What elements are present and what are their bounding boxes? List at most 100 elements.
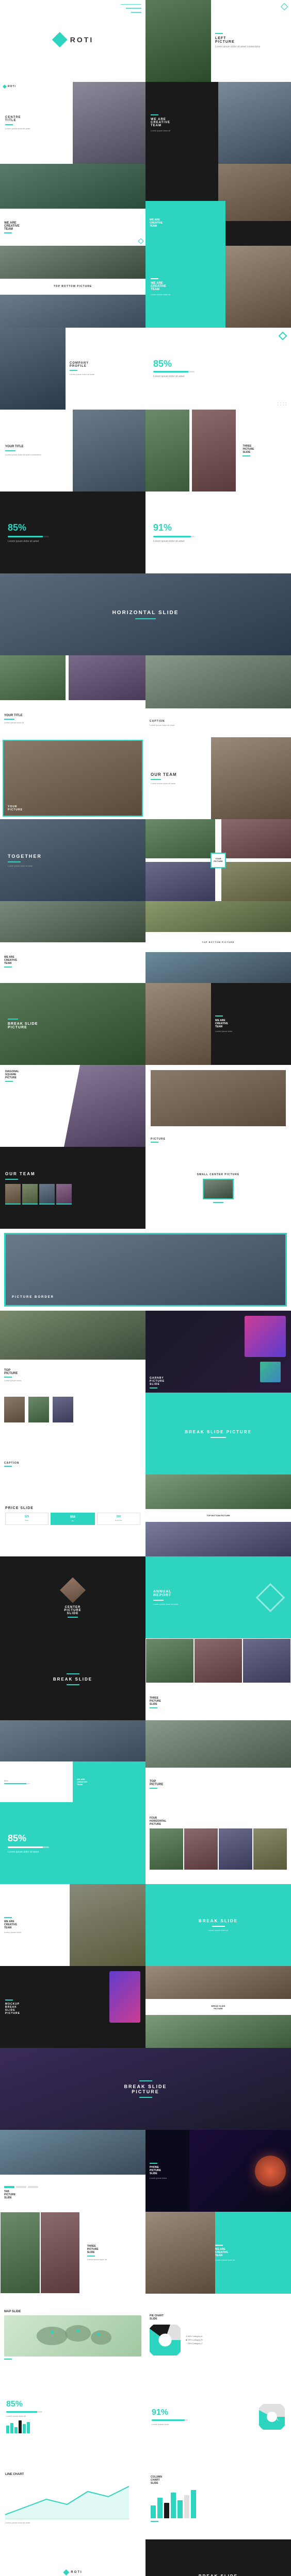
teal-line xyxy=(150,1707,157,1708)
slide-44[interactable]: FOUR HORIZONTAL PICTURE xyxy=(146,1802,291,1884)
slide-29[interactable]: SMALL CENTER PICTURE xyxy=(146,1147,291,1229)
slide-50[interactable]: TAB PICTURE SLIDE xyxy=(0,2130,146,2212)
slide-13[interactable]: 85% Lorem ipsum dolor sit amet xyxy=(0,492,146,573)
slide-45[interactable]: WE ARE CREATIVE TEAM Lorem ipsum dolor xyxy=(0,1884,146,1966)
slide-36[interactable]: TOP BOTTOM PICTURE xyxy=(146,1475,291,1556)
slide-30[interactable]: PICTURE BORDER xyxy=(0,1229,291,1311)
slide-16[interactable]: YOUR TITLE Lorem ipsum dolor sit xyxy=(0,655,146,737)
slide-6[interactable]: WE ARE CREATIVE TEAM xyxy=(146,164,291,246)
slide-54[interactable]: MAP SLIDE xyxy=(0,2294,146,2376)
slide-60[interactable]: ROTI THANK YOU Lorem ipsum dolor sit ame… xyxy=(0,2539,146,2576)
slide-28[interactable]: OUR TEAM xyxy=(0,1147,146,1229)
mini-chart xyxy=(6,2420,139,2433)
slides-row-15: OUR TEAM SMALL CENTER PICTURE xyxy=(0,1147,291,1229)
right-image xyxy=(73,82,146,164)
top-image xyxy=(146,901,291,932)
desc: Lorem ipsum dolor sit xyxy=(87,2258,141,2261)
slide-17[interactable]: CAPTION Lorem ipsum dolor sit amet xyxy=(146,655,291,737)
slide-43[interactable]: 85% Lorem ipsum dolor sit amet xyxy=(0,1802,146,1884)
slide-20[interactable]: TOGETHER Lorem ipsum dolor sit amet xyxy=(0,819,146,901)
slides-row-22: WE ARE CREATIVE TEAM 85% TOP PICTURE xyxy=(0,1720,291,1802)
desc: Lorem ipsum dolor sit xyxy=(215,2259,287,2261)
slide-23[interactable]: TOP BOTTOM PICTURE xyxy=(146,901,291,983)
center-image xyxy=(151,1070,286,1126)
slide-31[interactable]: TOP PICTURE Lorem ipsum dolor xyxy=(0,1311,146,1393)
diamond-outline-icon xyxy=(281,3,288,10)
slide-33[interactable]: CAPTION xyxy=(0,1393,146,1475)
slide-47[interactable]: MOCKUP BREAK SLIDE PICTURE xyxy=(0,1966,146,2048)
progress-bar xyxy=(8,536,49,537)
percent-val: 85% xyxy=(8,1833,26,1844)
slide-38[interactable]: ANNUAL REPORT Lorem ipsum dolor sit amet xyxy=(146,1556,291,1638)
slide-42[interactable]: TOP PICTURE xyxy=(146,1720,291,1802)
slide-52[interactable]: THREE PICTURE SLIDE Lorem ipsum dolor si… xyxy=(0,2212,146,2294)
slide-15[interactable]: HORIZONTAL SLIDE xyxy=(0,573,291,655)
desc: Lorem ipsum dolor xyxy=(4,1931,66,1934)
our-team-label: OUR TEAM xyxy=(151,772,210,777)
slide-49[interactable]: BREAK SLIDE PICTURE xyxy=(0,2048,291,2130)
slide-9[interactable]: COMPANY PROFILE Lorem ipsum dolor sit am… xyxy=(0,328,146,410)
slide-22[interactable]: WE ARE CREATIVE TEAM xyxy=(0,901,146,983)
column-chart-label: COLUMN CHART SLIDE xyxy=(151,2476,286,2485)
slide-14[interactable]: 91% Lorem ipsum dolor sit amet xyxy=(146,492,291,573)
slide-8[interactable]: WE ARE CREATIVE TEAM Lorem ipsum dolor s… xyxy=(146,246,291,328)
slide-39[interactable]: BREAK SLIDE xyxy=(0,1638,146,1720)
slide-46[interactable]: BREAK SLIDE Lorem ipsum dolor sit xyxy=(146,1884,291,1966)
desc: Lorem ipsum dolor xyxy=(215,1030,287,1032)
slide-48[interactable]: BREAK SLIDE PICTURE xyxy=(146,1966,291,2048)
right-image xyxy=(218,164,291,221)
slide-24[interactable]: BREAK SLIDE PICTURE xyxy=(0,983,146,1065)
slides-row-24: WE ARE CREATIVE TEAM Lorem ipsum dolor B… xyxy=(0,1884,291,1966)
slide-18[interactable]: YOUR PICTURE xyxy=(0,737,146,819)
teal-line xyxy=(4,232,12,233)
right-image xyxy=(225,246,291,328)
slide-37[interactable]: CENTER PICTURE SLIDE xyxy=(0,1556,146,1638)
slide-41[interactable]: WE ARE CREATIVE TEAM 85% xyxy=(0,1720,146,1802)
slide-58[interactable]: LINE CHART Lorem ipsum dolor sit amet xyxy=(0,2458,146,2539)
left-content: 91% Lorem ipsum dolor xyxy=(152,2408,188,2426)
slide-1[interactable]: ROTI xyxy=(0,0,146,82)
slide-7[interactable]: TOP BOTTOM PICTURE xyxy=(0,246,146,328)
slide-61[interactable]: BREAK SLIDE Lorem ipsum dolor sit amet xyxy=(146,2539,291,2576)
img1 xyxy=(4,1397,25,1422)
slide-2[interactable]: LEFT PICTURE Lorem ipsum dolor sit amet … xyxy=(146,0,291,82)
slide-34[interactable]: BREAK SLIDE PICTURE xyxy=(146,1393,291,1475)
slide-57[interactable]: 91% Lorem ipsum dolor xyxy=(146,2376,291,2458)
slide-11[interactable]: YOUR TITLE Lorem ipsum dolor sit amet co… xyxy=(0,410,146,492)
slide-10[interactable]: 85% Lorem ipsum dolor sit amet xyxy=(146,328,291,410)
planet-icon xyxy=(255,2156,286,2187)
top-image xyxy=(0,901,146,942)
slide-19[interactable]: OUR TEAM Lorem ipsum dolor sit amet xyxy=(146,737,291,819)
title-label: YOUR TITLE xyxy=(5,445,75,448)
slide-56[interactable]: 85% Lorem ipsum dolor sit xyxy=(0,2376,146,2458)
slides-row-25: MOCKUP BREAK SLIDE PICTURE BREAK SLIDE P… xyxy=(0,1966,291,2048)
slide-27[interactable]: PICTURE xyxy=(146,1065,291,1147)
title-group: YOUR TITLE Lorem ipsum dolor sit xyxy=(4,714,24,724)
slide-40[interactable]: THREE PICTURE SLIDE xyxy=(146,1638,291,1720)
slide-3[interactable]: CENTRE TITLE Lorem ipsum dolor sit amet … xyxy=(0,82,146,164)
desc: Lorem ipsum dolor sit amet xyxy=(5,2521,140,2524)
slide-12[interactable]: THREE PICTURE SLIDE xyxy=(146,410,291,492)
slides-row-28: THREE PICTURE SLIDE Lorem ipsum dolor si… xyxy=(0,2212,291,2294)
slide-51[interactable]: PHONE PICTURE SLIDE Lorem ipsum dolor xyxy=(146,2130,291,2212)
center-image xyxy=(203,1179,234,1199)
slide-label: LEFT PICTURE xyxy=(215,37,287,44)
img-q2 xyxy=(221,819,291,858)
progress xyxy=(4,1783,26,1784)
slides-row-19: PRICE SLIDE $29 Basic $59 Pro $99 Enterp… xyxy=(0,1475,291,1556)
slide-5[interactable]: WE ARE CREATIVE TEAM xyxy=(0,164,146,246)
slide-4[interactable]: WE ARE CREATIVE TEAM Lorem ipsum dolor s… xyxy=(146,82,291,164)
slide-26[interactable]: DIAGONAL SQUARE PICTURE xyxy=(0,1065,146,1147)
slide-21[interactable]: YOUR PICTURE xyxy=(146,819,291,901)
tab-label: TAB PICTURE SLIDE xyxy=(4,2190,141,2199)
slide-59[interactable]: COLUMN CHART SLIDE xyxy=(146,2458,291,2539)
progress-bar xyxy=(8,1846,49,1848)
slide-25[interactable]: WE ARE CREATIVE TEAM Lorem ipsum dolor xyxy=(146,983,291,1065)
map-label: MAP SLIDE xyxy=(4,2310,141,2313)
bordered-image: PICTURE BORDER xyxy=(4,1233,287,1307)
slide-55[interactable]: PIE CHART SLIDE ● 60% Category A ● 25% C… xyxy=(146,2294,291,2376)
slide-53[interactable]: WE ARE CREATIVE TEAM Lorem ipsum dolor s… xyxy=(146,2212,291,2294)
slide-35[interactable]: PRICE SLIDE $29 Basic $59 Pro $99 Enterp… xyxy=(0,1475,146,1556)
map-visual xyxy=(4,2315,141,2357)
slide-32[interactable]: GARNBY PICTURE SLIDE xyxy=(146,1311,291,1393)
